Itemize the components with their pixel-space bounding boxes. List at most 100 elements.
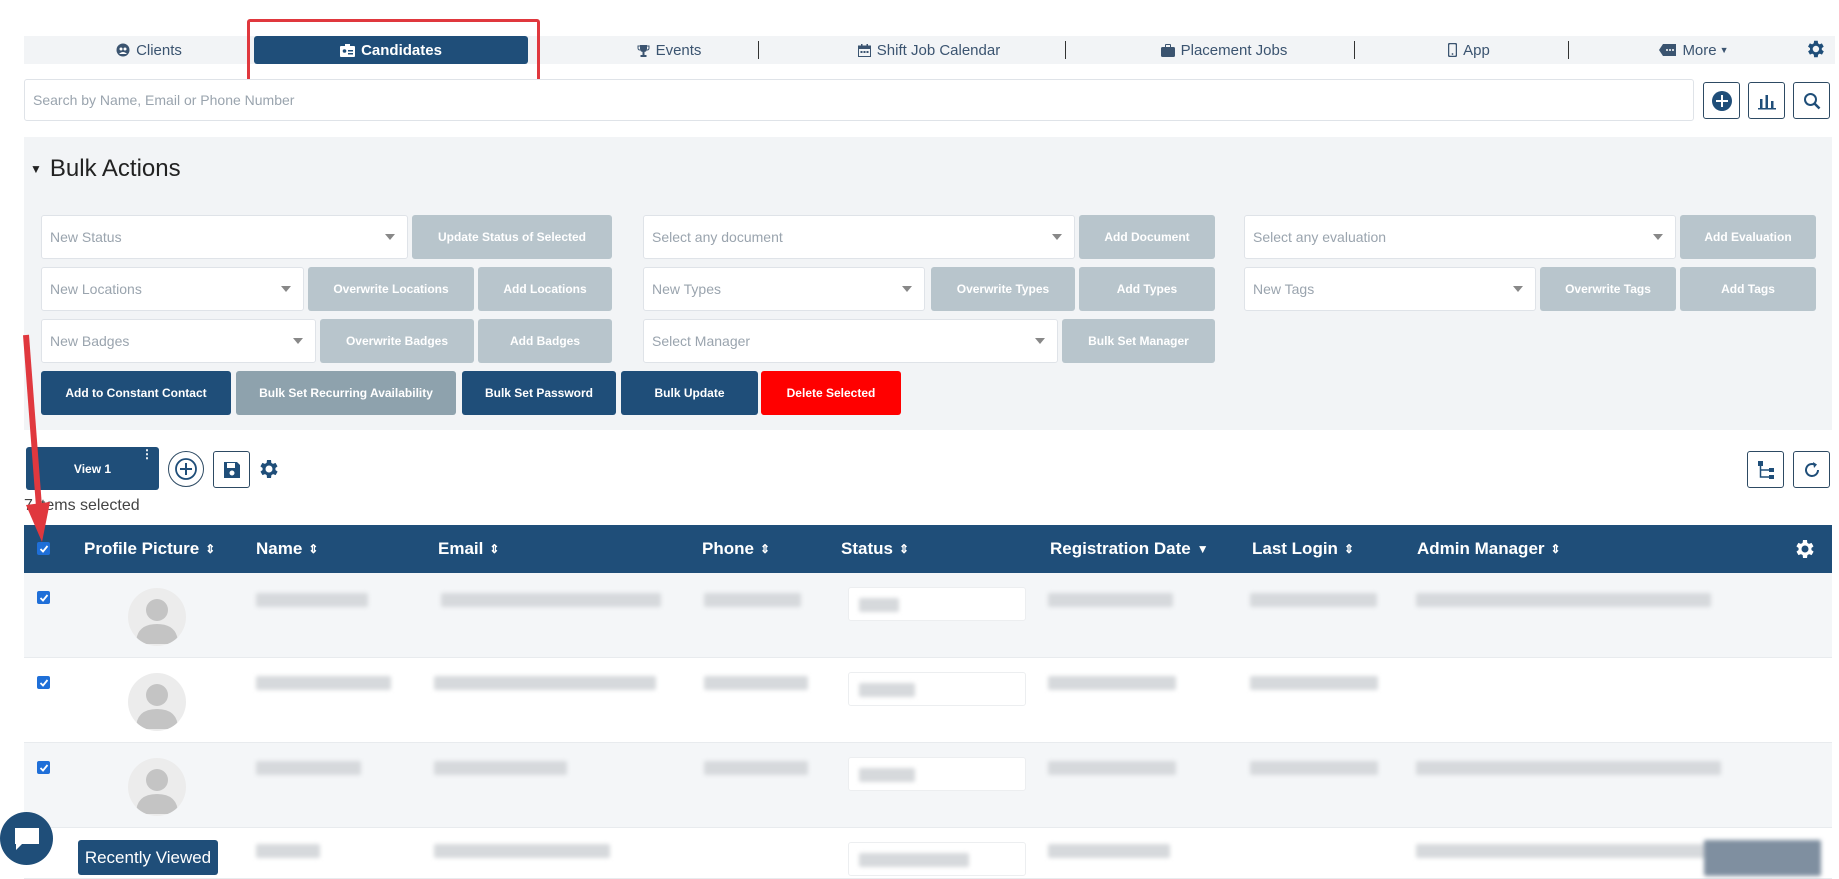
new-tags-select[interactable]: New Tags	[1244, 267, 1536, 311]
add-view-button[interactable]	[168, 451, 204, 487]
redacted-registration-date	[1048, 844, 1170, 858]
delete-selected-button[interactable]: Delete Selected	[761, 371, 901, 415]
select-all-checkbox[interactable]	[37, 542, 50, 555]
nav-more[interactable]: More ▼	[1644, 36, 1744, 64]
hierarchy-button[interactable]	[1747, 451, 1784, 488]
new-locations-select[interactable]: New Locations	[41, 267, 304, 311]
new-types-select[interactable]: New Types	[643, 267, 925, 311]
bulk-set-recurring-availability-button[interactable]: Bulk Set Recurring Availability	[236, 371, 456, 415]
redacted-email	[434, 676, 656, 690]
update-status-button[interactable]: Update Status of Selected	[412, 215, 612, 259]
top-navbar: Clients Candidates Events Shift Job Cale…	[24, 36, 1835, 64]
refresh-button[interactable]	[1793, 451, 1830, 488]
sort-icon: ⇕	[759, 542, 771, 556]
redacted-name	[256, 676, 391, 690]
select-evaluation-placeholder: Select any evaluation	[1253, 229, 1387, 245]
column-header-profile-picture[interactable]: Profile Picture ⇕	[84, 525, 215, 573]
redacted-phone	[704, 761, 808, 775]
status-select[interactable]	[848, 587, 1026, 621]
column-header-status[interactable]: Status ⇕	[841, 525, 909, 573]
table-row[interactable]	[24, 828, 1832, 879]
nav-shift-job-calendar[interactable]: Shift Job Calendar	[834, 36, 1024, 64]
column-header-label: Profile Picture	[84, 539, 200, 558]
column-header-phone[interactable]: Phone ⇕	[702, 525, 770, 573]
save-floppy-icon	[223, 461, 240, 478]
view-settings-gear-icon[interactable]	[256, 457, 280, 486]
nav-events[interactable]: Events	[609, 36, 729, 64]
sort-icon: ⇕	[898, 542, 910, 556]
status-select[interactable]	[848, 842, 1026, 876]
bulk-actions-toggle[interactable]: ▼ Bulk Actions	[30, 155, 181, 183]
select-manager-select[interactable]: Select Manager	[643, 319, 1058, 363]
add-locations-button[interactable]: Add Locations	[478, 267, 612, 311]
checkmark-icon	[39, 763, 48, 772]
add-tags-button[interactable]: Add Tags	[1680, 267, 1816, 311]
search-button[interactable]	[1793, 82, 1830, 119]
overwrite-types-button[interactable]: Overwrite Types	[931, 267, 1075, 311]
status-select[interactable]	[848, 672, 1026, 706]
add-document-button[interactable]: Add Document	[1079, 215, 1215, 259]
add-badges-button[interactable]: Add Badges	[478, 319, 612, 363]
redacted-email	[434, 761, 567, 775]
table-row[interactable]	[24, 658, 1832, 743]
column-header-last-login[interactable]: Last Login ⇕	[1252, 525, 1354, 573]
search-input[interactable]	[24, 79, 1694, 121]
new-tags-placeholder: New Tags	[1253, 281, 1315, 297]
avatar-placeholder-icon	[128, 673, 186, 731]
bulk-set-password-button[interactable]: Bulk Set Password	[462, 371, 616, 415]
bulk-update-button[interactable]: Bulk Update	[621, 371, 758, 415]
column-header-label: Name	[256, 539, 303, 558]
status-select[interactable]	[848, 757, 1026, 791]
dropdown-arrow-icon	[281, 286, 291, 292]
calendar-icon	[857, 43, 871, 57]
new-badges-placeholder: New Badges	[50, 333, 130, 349]
redacted-last-login	[1250, 676, 1378, 690]
redacted-toast	[1704, 840, 1821, 876]
add-types-button[interactable]: Add Types	[1079, 267, 1215, 311]
table-row[interactable]	[24, 743, 1832, 828]
column-header-label: Admin Manager	[1417, 539, 1545, 558]
chat-button[interactable]	[0, 812, 53, 865]
nav-placement-jobs[interactable]: Placement Jobs	[1134, 36, 1314, 64]
table-settings-gear-icon[interactable]	[1792, 537, 1816, 566]
nav-candidates[interactable]: Candidates	[254, 36, 528, 64]
nav-clients[interactable]: Clients	[84, 36, 214, 64]
dropdown-arrow-icon	[1035, 338, 1045, 344]
nav-divider	[1568, 41, 1569, 59]
kebab-menu-icon[interactable]: ⋮	[141, 448, 153, 460]
table-row[interactable]	[24, 573, 1832, 658]
column-header-admin-manager[interactable]: Admin Manager ⇕	[1417, 525, 1561, 573]
row-checkbox[interactable]	[37, 591, 50, 604]
select-evaluation-select[interactable]: Select any evaluation	[1244, 215, 1676, 259]
stats-button[interactable]	[1748, 82, 1785, 119]
row-checkbox[interactable]	[37, 676, 50, 689]
column-header-name[interactable]: Name ⇕	[256, 525, 318, 573]
redacted-email	[434, 844, 610, 858]
redacted-admin-manager	[1416, 761, 1721, 775]
new-status-select[interactable]: New Status	[41, 215, 408, 259]
column-header-email[interactable]: Email ⇕	[438, 525, 499, 573]
nav-app[interactable]: App	[1424, 36, 1514, 64]
overwrite-locations-button[interactable]: Overwrite Locations	[308, 267, 474, 311]
column-header-registration-date[interactable]: Registration Date ▼	[1050, 525, 1209, 573]
redacted-registration-date	[1048, 593, 1173, 607]
add-evaluation-button[interactable]: Add Evaluation	[1680, 215, 1816, 259]
view-tab[interactable]: View 1 ⋮	[26, 447, 159, 490]
recently-viewed-button[interactable]: Recently Viewed	[78, 840, 218, 875]
select-document-select[interactable]: Select any document	[643, 215, 1075, 259]
overwrite-tags-button[interactable]: Overwrite Tags	[1540, 267, 1676, 311]
save-view-button[interactable]	[213, 451, 250, 488]
nav-more-label: More	[1682, 41, 1717, 59]
overwrite-badges-button[interactable]: Overwrite Badges	[320, 319, 474, 363]
sort-icon: ⇕	[489, 542, 500, 556]
settings-gear-icon[interactable]	[1804, 38, 1826, 65]
bulk-actions-title: Bulk Actions	[49, 155, 181, 182]
bulk-actions-panel: ▼ Bulk Actions New Status Update Status …	[24, 137, 1832, 430]
add-button[interactable]	[1703, 82, 1740, 119]
bulk-set-manager-button[interactable]: Bulk Set Manager	[1062, 319, 1215, 363]
caret-down-icon: ▼	[30, 162, 42, 176]
redacted-status	[859, 768, 915, 782]
add-to-constant-contact-button[interactable]: Add to Constant Contact	[41, 371, 231, 415]
new-badges-select[interactable]: New Badges	[41, 319, 316, 363]
row-checkbox[interactable]	[37, 761, 50, 774]
